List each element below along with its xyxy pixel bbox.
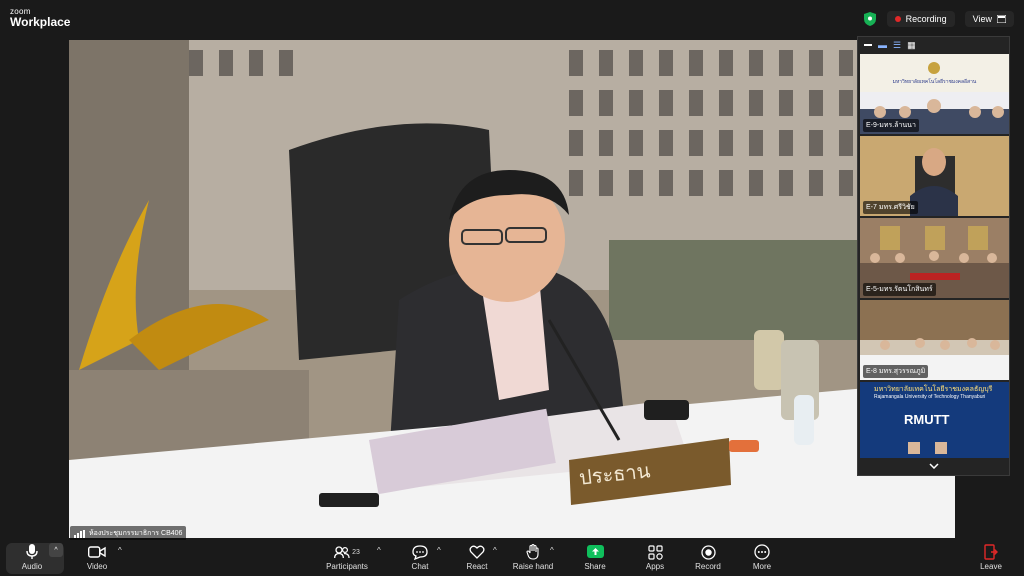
apps-icon (647, 544, 663, 560)
participant-name: E-9-มทร.ล้านนา (863, 119, 919, 132)
tile-banner: มหาวิทยาลัยเทคโนโลยีราชมงคลอีสาน (892, 79, 977, 85)
participant-tile[interactable]: E-7 มทร.ศรีวิชัย (860, 136, 1009, 216)
tile-banner-sub: Rajamangala University of Technology Tha… (874, 394, 986, 400)
participants-count: 23 (352, 548, 360, 556)
leave-label: Leave (980, 562, 1002, 571)
rmutt-logo: RMUTT (904, 412, 950, 427)
participant-name: E-5-มทร.รัตนโกสินทร์ (863, 283, 936, 296)
participant-tile[interactable]: E-5-มทร.รัตนโกสินทร์ (860, 218, 1009, 298)
audio-options-caret[interactable]: ^ (49, 543, 63, 557)
view-button[interactable]: View (964, 11, 1014, 27)
logo-line2: Workplace (10, 15, 71, 29)
chat-options-caret[interactable]: ^ (437, 546, 441, 555)
share-label: Share (584, 562, 606, 571)
microphone-icon (26, 544, 38, 559)
heart-reaction-icon (469, 545, 485, 559)
more-options-icon (754, 544, 770, 560)
apps-button[interactable]: Apps (640, 543, 670, 575)
recording-label: Recording (905, 14, 947, 24)
apps-label: Apps (645, 562, 665, 571)
signal-strength-icon (74, 529, 85, 538)
title-bar: zoom Workplace Recording View (0, 0, 1024, 36)
video-button[interactable]: Video (80, 543, 114, 575)
participant-tile[interactable]: มหาวิทยาลัยเทคโนโลยีราชมงคลธัญบุรี Rajam… (860, 382, 1009, 458)
meeting-controls: Audio ^ Video ^ 23 Participants ^ Chat ^… (0, 540, 1024, 576)
recording-dot-icon (894, 16, 901, 22)
leave-button[interactable]: Leave (976, 543, 1006, 575)
participant-name: E-8 มทร.สุวรรณภูมิ (863, 365, 929, 378)
record-icon (700, 544, 716, 560)
gallery-grid-icon[interactable]: ▦ (907, 40, 916, 50)
record-button[interactable]: Record (692, 543, 724, 575)
raise-hand-options-caret[interactable]: ^ (550, 546, 554, 555)
recording-indicator[interactable]: Recording (886, 11, 955, 27)
participants-label: Participants (326, 562, 368, 571)
room-name-text: ห้องประชุมกรรมาธิการ CB406 (89, 530, 183, 537)
participant-tile[interactable]: E-8 มทร.สุวรรณภูมิ (860, 300, 1009, 380)
share-button[interactable]: Share (580, 543, 610, 575)
gallery-header: ▬ ☰ ▦ (858, 37, 1009, 53)
video-options-caret[interactable]: ^ (118, 546, 122, 555)
room-name-label: ห้องประชุมกรรมาธิการ CB406 (70, 526, 187, 541)
more-label: More (752, 562, 772, 571)
participants-button[interactable]: 23 Participants (322, 543, 372, 575)
share-screen-icon (586, 545, 604, 558)
raise-hand-label: Raise hand (512, 562, 554, 571)
chevron-down-icon (928, 463, 939, 469)
gallery-scroll-down[interactable] (858, 459, 1009, 473)
video-camera-icon (88, 546, 106, 558)
strip-view-icon[interactable]: ☰ (893, 40, 901, 50)
leave-meeting-icon (984, 544, 998, 560)
video-label: Video (86, 562, 108, 571)
zoom-workplace-logo: zoom Workplace (10, 8, 71, 29)
chat-button[interactable]: Chat (406, 543, 434, 575)
speaker-view-icon[interactable]: ▬ (878, 40, 887, 50)
react-button[interactable]: React (462, 543, 492, 575)
record-label: Record (695, 562, 721, 571)
react-options-caret[interactable]: ^ (493, 546, 497, 555)
audio-label: Audio (21, 562, 43, 571)
more-button[interactable]: More (747, 543, 777, 575)
chat-label: Chat (411, 562, 429, 571)
gallery-panel: ▬ ☰ ▦ มหาวิทยาลัยเทคโนโลยีราชมงคลอีสาน E… (857, 36, 1010, 476)
raise-hand-icon (526, 544, 539, 560)
participants-options-caret[interactable]: ^ (377, 546, 381, 555)
audio-button[interactable]: Audio (14, 543, 50, 575)
view-label: View (972, 14, 992, 24)
minimize-icon[interactable] (864, 44, 872, 46)
participants-icon (334, 545, 350, 558)
grid-view-icon (997, 15, 1006, 23)
active-speaker-video[interactable]: ประธาน (69, 40, 955, 538)
security-shield-icon[interactable] (863, 11, 877, 27)
react-label: React (466, 562, 488, 571)
participant-tile[interactable]: มหาวิทยาลัยเทคโนโลยีราชมงคลอีสาน E-9-มทร… (860, 54, 1009, 134)
chat-bubble-icon (412, 544, 428, 560)
participant-name: E-7 มทร.ศรีวิชัย (863, 201, 918, 214)
